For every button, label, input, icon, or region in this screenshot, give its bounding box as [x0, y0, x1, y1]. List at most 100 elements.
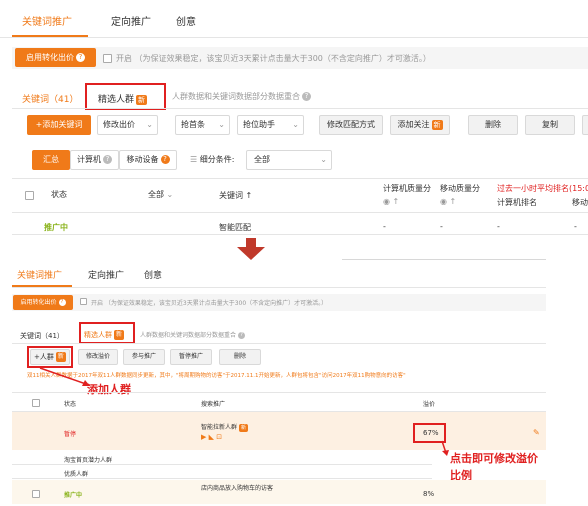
divider [12, 234, 588, 235]
grab-first-select[interactable]: 抢首条 ⌄ [175, 115, 230, 135]
header-mobile-rank: 移动 [572, 198, 588, 207]
tab-creative[interactable]: 创意 [144, 268, 162, 281]
enable-conversion-bid-button[interactable]: 启用转化出价? [15, 48, 96, 67]
help-icon[interactable]: ? [302, 92, 311, 101]
position-helper-select[interactable]: 抢位助手 ⌄ [237, 115, 304, 135]
conversion-bid-label: 启用转化出价 [20, 299, 57, 306]
help-icon[interactable]: ? [103, 155, 112, 164]
status-active: 推广中 [44, 223, 68, 232]
delete-button[interactable]: 删除 [468, 115, 518, 135]
tab-keyword-promo[interactable]: 关键词推广 [22, 13, 72, 28]
subtab-keywords[interactable]: 关键词（41） [22, 92, 78, 105]
divider [12, 464, 432, 465]
divider [342, 259, 546, 260]
header-pc-rank: 计算机排名 [497, 198, 537, 207]
add-crowd-label: +人群 [34, 353, 54, 361]
filter-mobile[interactable]: 移动设备? [119, 150, 177, 170]
tab-creative[interactable]: 创意 [176, 13, 196, 28]
new-badge: 新 [55, 352, 66, 362]
modify-match-button[interactable]: 修改匹配方式 [319, 115, 383, 135]
subtab-keywords[interactable]: 关键词（41） [20, 331, 64, 341]
enable-checkbox[interactable] [103, 54, 112, 63]
row-action-icons[interactable]: ▶ ◣ ⊡ [201, 433, 222, 441]
modify-bid-select[interactable]: 修改出价 ⌄ [97, 115, 158, 135]
chevron-down-icon: ⌄ [164, 190, 174, 199]
header-all[interactable]: 全部 ⌄ [148, 189, 173, 200]
more-button[interactable] [582, 115, 588, 135]
overlap-hint-text: 人群数据和关键词数据部分数据重合 [172, 92, 300, 101]
mobile-rank-cell: - [574, 222, 577, 231]
edit-icon[interactable]: ✎ [533, 428, 540, 437]
header-keyword[interactable]: 关键词 ↑ [219, 190, 252, 201]
tab-keyword-promo[interactable]: 关键词推广 [17, 268, 62, 281]
table-row[interactable] [12, 480, 546, 504]
enable-checkbox[interactable] [80, 298, 87, 305]
group-label: 优质人群 [64, 471, 89, 478]
divider [0, 37, 588, 38]
new-badge: 新 [114, 330, 125, 340]
copy-button[interactable]: 复制 [525, 115, 575, 135]
help-icon[interactable]: ? [58, 299, 66, 306]
table-row[interactable] [12, 412, 546, 450]
sort-icon[interactable]: ◉ ↑ [440, 197, 456, 206]
new-badge: 新 [431, 119, 443, 130]
segment-label: ☰ 细分条件: [190, 154, 234, 165]
subtab-crowd-label: 精选人群 [84, 331, 112, 339]
tab-targeted-promo[interactable]: 定向推广 [88, 268, 124, 281]
segment-select[interactable]: 全部 ⌄ [246, 150, 332, 170]
enable-conversion-bid-button[interactable]: 启用转化出价? [13, 295, 73, 310]
grab-first-label: 抢首条 [181, 120, 205, 129]
select-all-checkbox[interactable] [32, 399, 40, 407]
divider [12, 108, 588, 109]
segment-value: 全部 [254, 155, 270, 164]
conversion-bid-label: 启用转化出价 [26, 53, 74, 62]
add-follow-button[interactable]: 添加关注新 [390, 115, 450, 135]
divider [12, 212, 588, 213]
header-search-promo: 搜索推广 [201, 401, 226, 408]
header-all-label: 全部 [148, 190, 164, 199]
help-icon[interactable]: ? [238, 332, 246, 339]
chevron-down-icon: ⌄ [320, 155, 327, 164]
divider [12, 343, 546, 344]
modify-premium-button[interactable]: 修改溢价 [78, 349, 118, 365]
new-badge: 新 [136, 94, 148, 105]
modify-premium-annotation-1: 点击即可修改溢价 [450, 452, 538, 465]
chevron-down-icon: ⌄ [292, 120, 299, 129]
pc-quality-cell: - [383, 222, 386, 231]
group-label: 淘宝首页潜力人群 [64, 457, 113, 464]
arrow-icon [38, 366, 93, 391]
pc-rank-cell: - [497, 222, 500, 231]
crowd-name: 智能拉新人群新 [201, 422, 249, 432]
chevron-down-icon: ⌄ [218, 120, 225, 129]
premium-value[interactable]: 67% [423, 429, 439, 437]
delete-button[interactable]: 删除 [219, 349, 261, 365]
filter-mobile-label: 移动设备 [126, 155, 159, 164]
filter-summary[interactable]: 汇总 [32, 150, 70, 170]
divider [12, 178, 588, 179]
down-arrow-icon [237, 238, 265, 263]
row-checkbox[interactable] [32, 490, 40, 498]
header-mobile-quality: 移动质量分 [440, 184, 480, 193]
premium-value[interactable]: 8% [423, 490, 434, 498]
join-promo-button[interactable]: 参与推广 [123, 349, 165, 365]
header-avg-rank: 过去一小时平均排名(15:0 [497, 184, 588, 193]
header-status: 状态 [64, 401, 77, 408]
sort-icon[interactable]: ◉ ↑ [383, 197, 399, 206]
overlap-hint: 人群数据和关键词数据部分数据重合? [172, 91, 311, 102]
subtab-crowd[interactable]: 精选人群新 [98, 92, 148, 105]
new-badge: 新 [239, 423, 249, 432]
add-keyword-button[interactable]: +添加关键词 [27, 115, 91, 135]
subtab-crowd[interactable]: 精选人群新 [84, 330, 125, 340]
help-icon[interactable]: ? [76, 53, 85, 62]
divider [12, 392, 546, 393]
select-all-checkbox[interactable] [25, 191, 34, 200]
pause-promo-button[interactable]: 暂停推广 [170, 349, 212, 365]
add-crowd-button[interactable]: +人群新 [30, 349, 70, 365]
filter-computer-label: 计算机 [77, 155, 101, 164]
tab-targeted-promo[interactable]: 定向推广 [111, 13, 151, 28]
help-icon[interactable]: ? [160, 155, 170, 164]
divider [12, 478, 432, 479]
filter-computer[interactable]: 计算机? [70, 150, 119, 170]
header-pc-quality: 计算机质量分 [383, 184, 431, 193]
header-keyword-label: 关键词 [219, 191, 243, 200]
